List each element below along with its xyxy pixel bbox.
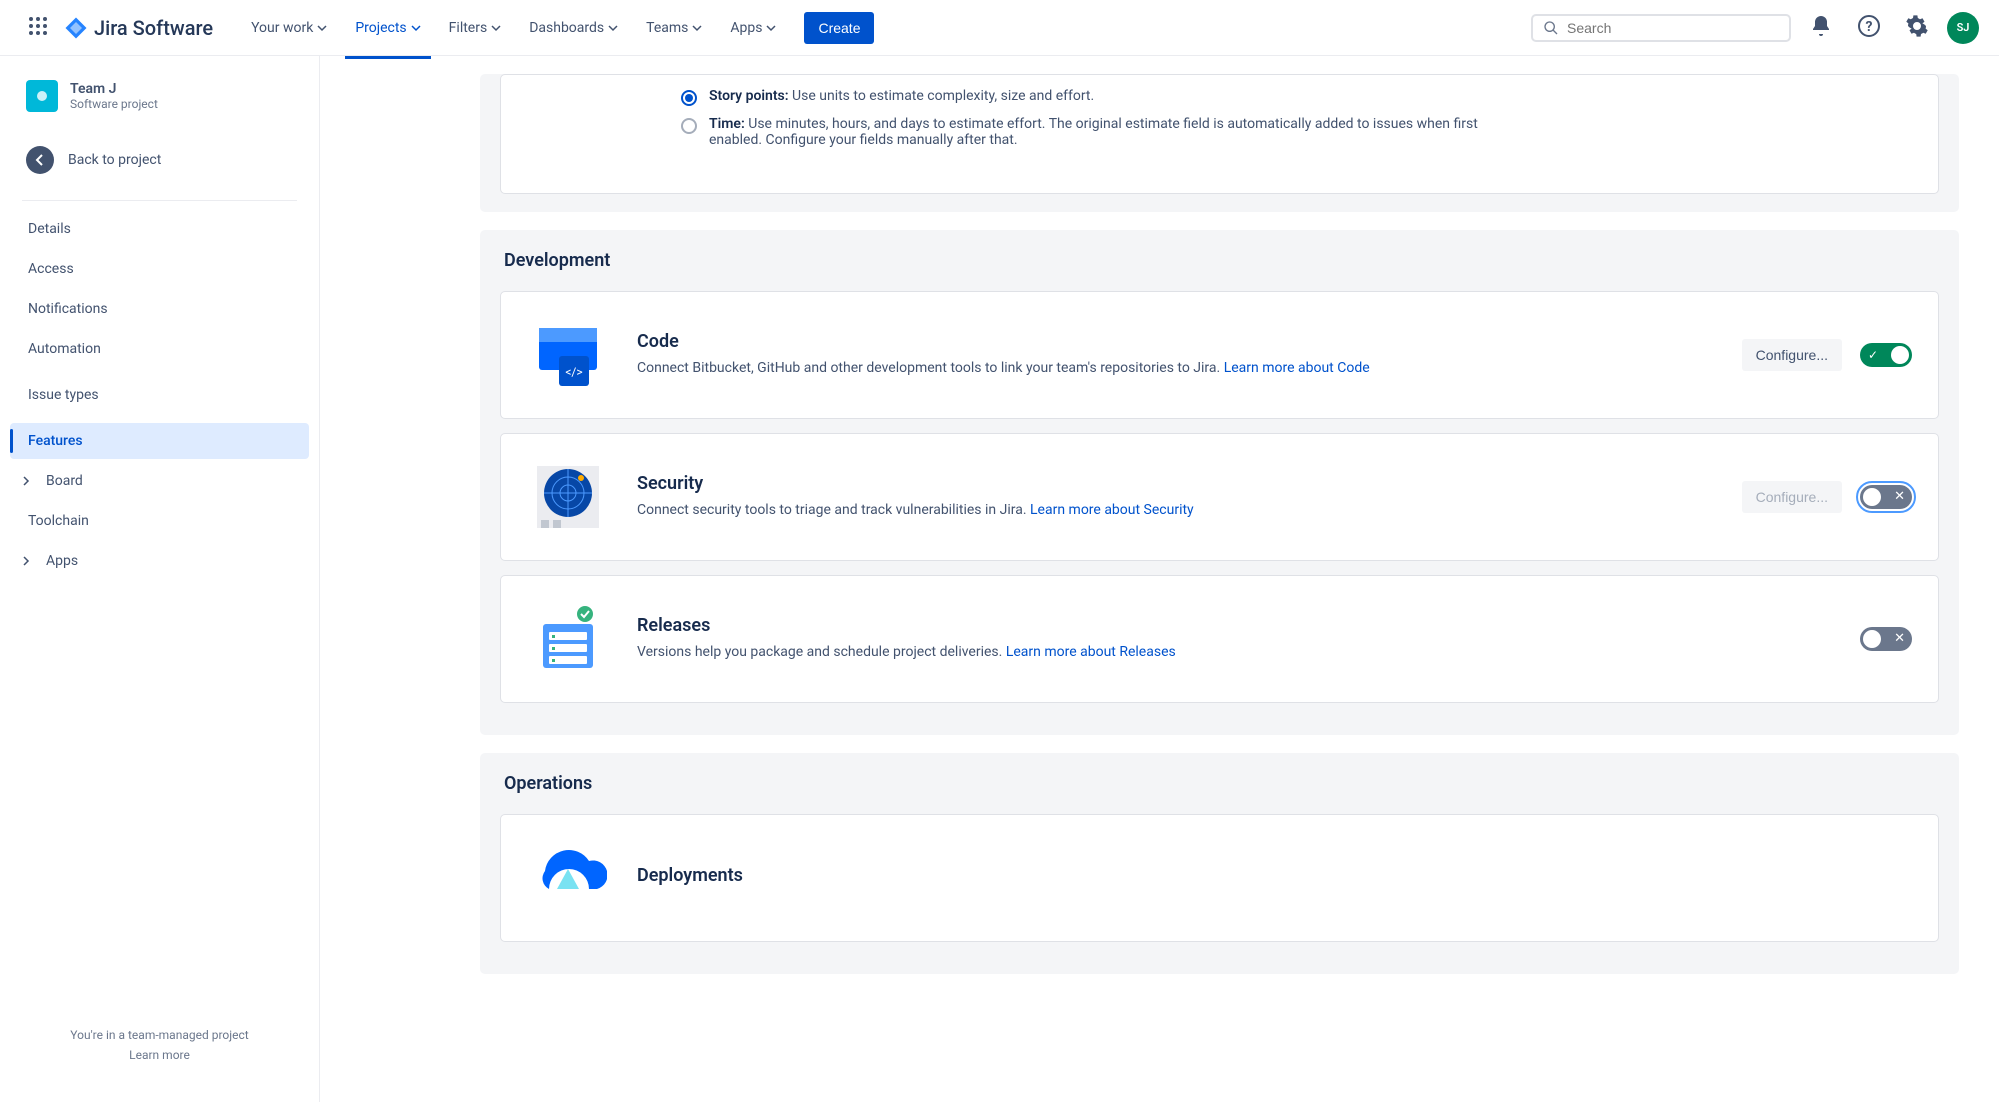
sidebar-features[interactable]: Features bbox=[10, 423, 309, 459]
nav-dashboards[interactable]: Dashboards bbox=[519, 14, 628, 42]
main-content: Story points: Use units to estimate comp… bbox=[320, 56, 1999, 1102]
code-configure-button[interactable]: Configure... bbox=[1742, 339, 1842, 371]
sidebar-board[interactable]: Board bbox=[10, 463, 309, 499]
radio-time[interactable]: Time: Use minutes, hours, and days to es… bbox=[681, 111, 1912, 153]
sidebar-access[interactable]: Access bbox=[10, 251, 309, 287]
releases-learn-more[interactable]: Learn more about Releases bbox=[1006, 644, 1176, 660]
chevron-right-icon bbox=[20, 555, 32, 567]
sidebar-toolchain[interactable]: Toolchain bbox=[10, 503, 309, 539]
svg-text:</>: </> bbox=[565, 365, 582, 379]
code-learn-more[interactable]: Learn more about Code bbox=[1224, 360, 1370, 376]
section-development-header: Development bbox=[480, 230, 1959, 291]
x-icon: ✕ bbox=[1894, 489, 1905, 504]
search-box[interactable] bbox=[1531, 14, 1791, 42]
feature-security: Security Connect security tools to triag… bbox=[500, 433, 1939, 561]
feature-deployments: Deployments bbox=[500, 814, 1939, 942]
deployments-title: Deployments bbox=[637, 865, 1912, 886]
code-icon: </> bbox=[527, 314, 609, 396]
sidebar-notifications[interactable]: Notifications bbox=[10, 291, 309, 327]
sidebar-automation[interactable]: Automation bbox=[10, 331, 309, 367]
releases-title: Releases bbox=[637, 615, 1832, 636]
releases-icon bbox=[527, 598, 609, 680]
search-icon bbox=[1543, 20, 1559, 36]
section-estimation-partial: Story points: Use units to estimate comp… bbox=[480, 74, 1959, 212]
security-toggle[interactable]: ✕ bbox=[1860, 485, 1912, 509]
security-icon bbox=[527, 456, 609, 538]
section-development: Development </> Code Connect Bitbucket, … bbox=[480, 230, 1959, 735]
check-icon: ✓ bbox=[1868, 348, 1878, 362]
feature-releases: Releases Versions help you package and s… bbox=[500, 575, 1939, 703]
nav-projects[interactable]: Projects bbox=[345, 14, 430, 42]
sidebar: Team J Software project Back to project … bbox=[0, 56, 320, 1102]
footer-text: You're in a team-managed project bbox=[26, 1028, 293, 1042]
radio-story-points[interactable]: Story points: Use units to estimate comp… bbox=[681, 83, 1912, 111]
sidebar-apps[interactable]: Apps bbox=[10, 543, 309, 579]
project-header: Team J Software project bbox=[10, 80, 309, 128]
releases-desc: Versions help you package and schedule p… bbox=[637, 644, 1002, 660]
sidebar-issue-types[interactable]: Issue types bbox=[10, 377, 309, 413]
top-nav: Jira Software Your work Projects Filters… bbox=[0, 0, 1999, 56]
project-name: Team J bbox=[70, 81, 158, 97]
releases-toggle[interactable]: ✕ bbox=[1860, 627, 1912, 651]
radio-selected-icon bbox=[681, 90, 697, 106]
nav-items: Your work Projects Filters Dashboards Te… bbox=[241, 14, 786, 42]
security-desc: Connect security tools to triage and tra… bbox=[637, 502, 1027, 518]
project-icon bbox=[26, 80, 58, 112]
back-arrow-icon bbox=[26, 146, 54, 174]
app-switcher-icon[interactable] bbox=[20, 8, 56, 48]
jira-logo[interactable]: Jira Software bbox=[64, 16, 213, 40]
code-title: Code bbox=[637, 331, 1714, 352]
help-icon[interactable]: ? bbox=[1851, 8, 1887, 48]
section-operations: Operations Deployments bbox=[480, 753, 1959, 974]
project-type: Software project bbox=[70, 97, 158, 111]
deployments-icon bbox=[527, 837, 609, 919]
feature-code: </> Code Connect Bitbucket, GitHub and o… bbox=[500, 291, 1939, 419]
sidebar-footer: You're in a team-managed project Learn m… bbox=[10, 1012, 309, 1078]
svg-text:?: ? bbox=[1866, 19, 1873, 35]
nav-apps[interactable]: Apps bbox=[720, 14, 786, 42]
code-desc: Connect Bitbucket, GitHub and other deve… bbox=[637, 360, 1220, 376]
nav-your-work[interactable]: Your work bbox=[241, 14, 337, 42]
back-to-project[interactable]: Back to project bbox=[10, 136, 309, 184]
sidebar-details[interactable]: Details bbox=[10, 211, 309, 247]
chevron-right-icon bbox=[20, 475, 32, 487]
security-configure-button[interactable]: Configure... bbox=[1742, 481, 1842, 513]
x-icon: ✕ bbox=[1894, 631, 1905, 646]
radio-unselected-icon bbox=[681, 118, 697, 134]
security-learn-more[interactable]: Learn more about Security bbox=[1030, 502, 1194, 518]
estimation-radio-group: Story points: Use units to estimate comp… bbox=[501, 83, 1912, 171]
security-title: Security bbox=[637, 473, 1714, 494]
user-avatar[interactable]: SJ bbox=[1947, 12, 1979, 44]
logo-text: Jira Software bbox=[94, 16, 213, 40]
divider bbox=[22, 200, 297, 201]
code-toggle[interactable]: ✓ bbox=[1860, 343, 1912, 367]
search-input[interactable] bbox=[1567, 20, 1779, 36]
settings-icon[interactable] bbox=[1899, 8, 1935, 48]
notifications-icon[interactable] bbox=[1803, 8, 1839, 48]
nav-filters[interactable]: Filters bbox=[439, 14, 512, 42]
nav-teams[interactable]: Teams bbox=[636, 14, 712, 42]
footer-learn-more[interactable]: Learn more bbox=[26, 1048, 293, 1062]
create-button[interactable]: Create bbox=[804, 12, 874, 44]
section-operations-header: Operations bbox=[480, 753, 1959, 814]
